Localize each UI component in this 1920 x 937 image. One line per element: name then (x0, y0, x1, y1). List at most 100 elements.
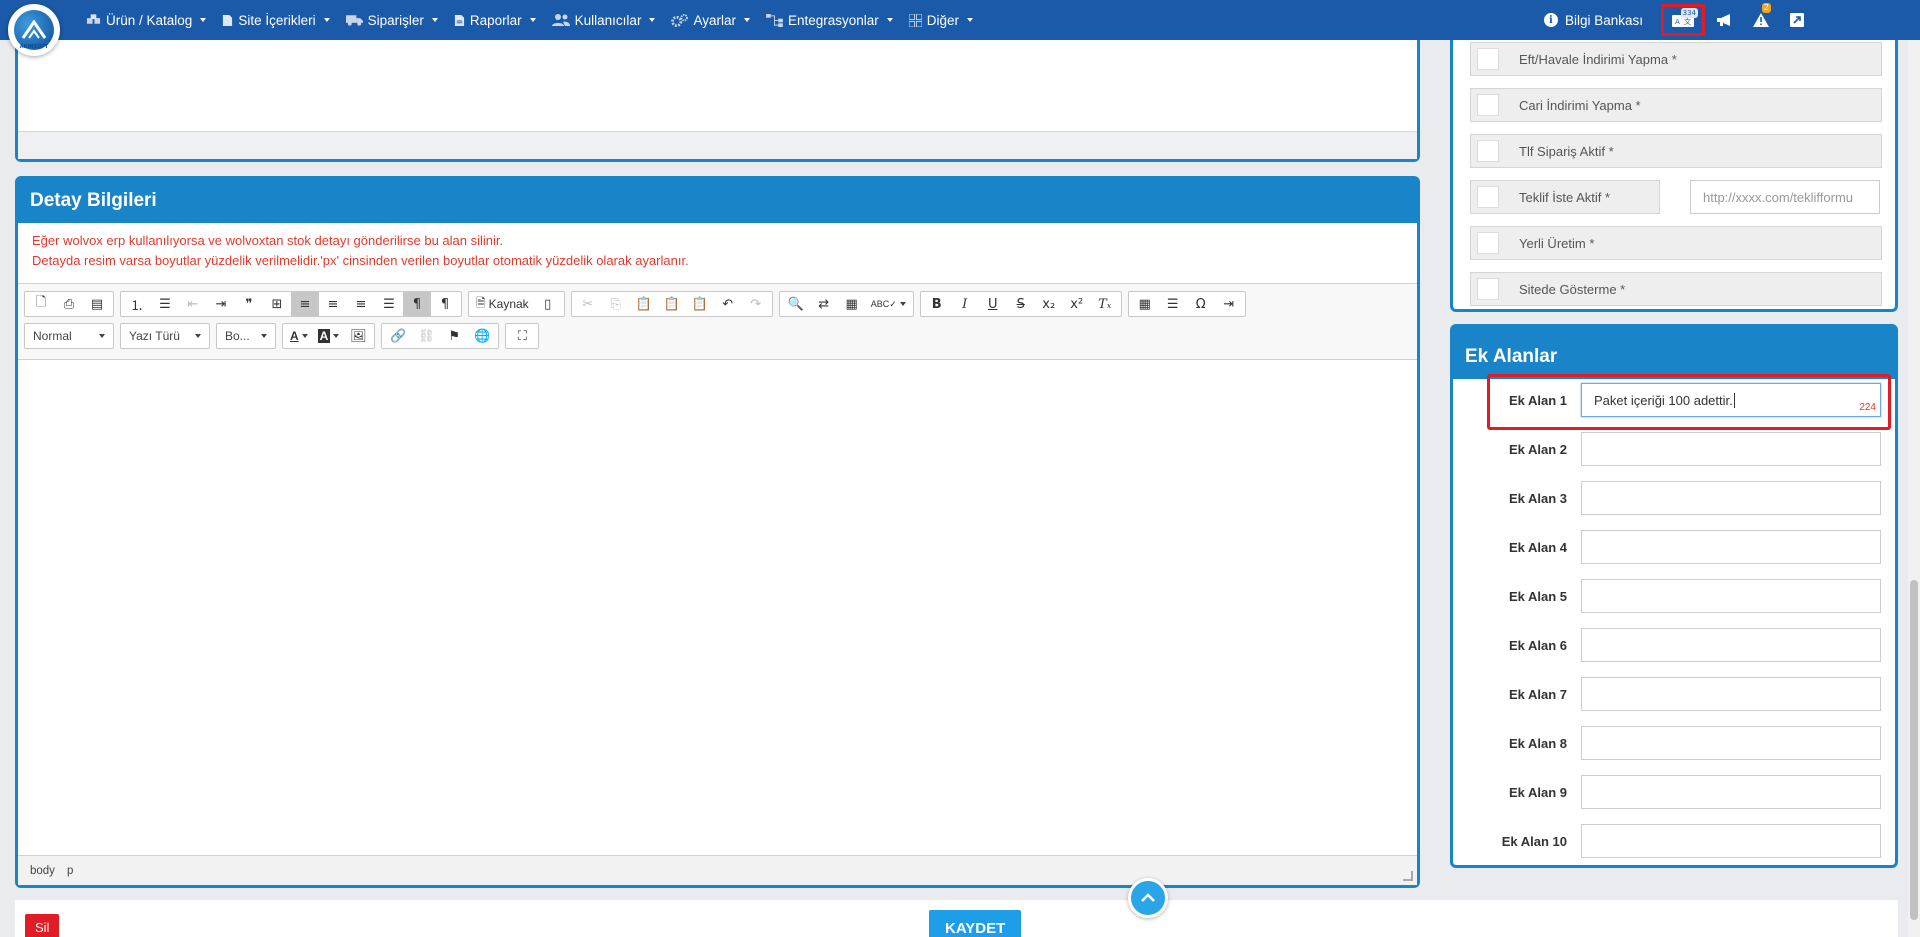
path-item-body[interactable]: body (30, 865, 55, 877)
checkbox[interactable] (1477, 48, 1499, 70)
extra-field-10-input[interactable] (1581, 824, 1881, 858)
ltr-button[interactable]: ¶ (403, 292, 431, 316)
akinsoft-logo[interactable]: AKINSOFT (8, 4, 60, 56)
scroll-top-button[interactable] (1128, 878, 1168, 918)
link-button[interactable]: 🔗 (384, 324, 412, 348)
superscript-button[interactable]: x² (1063, 292, 1091, 316)
unlink-button[interactable]: ⛓ (412, 324, 440, 348)
delete-button[interactable]: Sil (25, 914, 60, 937)
remove-format-button[interactable]: Tₓ (1091, 292, 1119, 316)
indent-button[interactable]: ⇥ (207, 292, 235, 316)
extra-field-6-input[interactable] (1581, 628, 1881, 662)
horizontal-rule-button[interactable]: ☰ (1159, 292, 1187, 316)
maximize-button[interactable]: ⛶ (508, 324, 536, 348)
scrollbar-thumb[interactable] (1910, 580, 1918, 920)
align-right-button[interactable]: ≡ (347, 292, 375, 316)
menu-kullanicilar[interactable]: Kullanıcılar (551, 13, 656, 28)
extra-field-4-input[interactable] (1581, 530, 1881, 564)
font-size-select[interactable]: Bo... (216, 323, 276, 349)
replace-button[interactable]: ⇄ (810, 292, 838, 316)
strike-button[interactable]: S (1007, 292, 1035, 316)
superscript-icon: x² (1070, 296, 1084, 312)
underline-button[interactable]: U (979, 292, 1007, 316)
option-row: Teklif İste Aktif * (1470, 180, 1660, 214)
menu-entegrasyonlar[interactable]: Entegrasyonlar (766, 13, 893, 28)
bulleted-list-button[interactable]: ☰ (151, 292, 179, 316)
extra-field-5-input[interactable] (1581, 579, 1881, 613)
checkbox[interactable] (1477, 186, 1499, 208)
path-item-p[interactable]: p (67, 865, 73, 877)
format-select[interactable]: Normal (24, 323, 114, 349)
caret-down-icon (743, 18, 750, 22)
menu-urun-katalog[interactable]: Ürün / Katalog (86, 13, 207, 28)
undo-button[interactable]: ↶ (714, 292, 742, 316)
option-row: Eft/Havale İndirimi Yapma * (1470, 42, 1882, 76)
table-button[interactable]: ▦ (1131, 292, 1159, 316)
page-scrollbar[interactable] (1908, 40, 1920, 937)
table-icon: ▦ (1138, 296, 1151, 312)
page-break-button[interactable]: ⇥ (1215, 292, 1243, 316)
justify-button[interactable]: ☰ (375, 292, 403, 316)
iframe-button[interactable]: 🌐 (468, 324, 496, 348)
external-link-button[interactable] (1779, 0, 1815, 40)
paste-word-button[interactable]: 📋 (686, 292, 714, 316)
preview-button[interactable]: 🗋 (27, 292, 55, 316)
menu-site-icerikleri[interactable]: Site İçerikleri (222, 13, 330, 28)
menu-diger[interactable]: Diğer (908, 13, 974, 28)
extra-field-8-input[interactable] (1581, 726, 1881, 760)
option-row: Cari İndirimi Yapma * (1470, 88, 1882, 122)
unlink-icon: ⛓ (418, 328, 435, 344)
italic-button[interactable]: I (951, 292, 979, 316)
checkbox[interactable] (1477, 140, 1499, 162)
redo-button[interactable]: ↷ (742, 292, 770, 316)
subscript-button[interactable]: x₂ (1035, 292, 1063, 316)
extra-field-2-input[interactable] (1581, 432, 1881, 466)
extra-field-1-input[interactable]: Paket içeriği 100 adettir. 224 (1581, 383, 1881, 417)
editor-content-area[interactable] (18, 361, 1417, 855)
announcement-button[interactable] (1707, 0, 1743, 40)
extra-field-9-input[interactable] (1581, 775, 1881, 809)
paste-button[interactable]: 📋 (630, 292, 658, 316)
align-right-icon: ≡ (355, 296, 367, 312)
template-button[interactable]: ▤ (83, 292, 111, 316)
find-button[interactable]: 🔍 (782, 292, 810, 316)
extra-field-3-input[interactable] (1581, 481, 1881, 515)
select-all-button[interactable]: ▦ (838, 292, 866, 316)
div-container-button[interactable]: ⊞ (263, 292, 291, 316)
alerts-button[interactable]: 2 (1743, 0, 1779, 40)
outdent-button[interactable]: ⇤ (179, 292, 207, 316)
checkbox[interactable] (1477, 278, 1499, 300)
image-button[interactable]: 🖼 (344, 324, 372, 348)
special-char-button[interactable]: Ω (1187, 292, 1215, 316)
align-center-button[interactable]: ≡ (319, 292, 347, 316)
paste-text-icon: 📋 (663, 296, 680, 312)
checkbox[interactable] (1477, 232, 1499, 254)
spellcheck-button[interactable]: ABC✓ (866, 292, 911, 316)
blockquote-button[interactable]: ❞ (235, 292, 263, 316)
anchor-button[interactable]: ⚑ (440, 324, 468, 348)
font-select[interactable]: Yazı Türü (120, 323, 210, 349)
language-tool-button[interactable]: A文 334 (1661, 4, 1705, 36)
print-button[interactable]: ⎙ (55, 292, 83, 316)
align-left-button[interactable]: ≡ (291, 292, 319, 316)
bg-color-button[interactable]: A (313, 324, 345, 348)
quote-form-url-input[interactable]: http://xxxx.com/teklifformu (1690, 180, 1880, 214)
numbered-list-button[interactable]: ⒈ (123, 292, 151, 316)
checkbox[interactable] (1477, 94, 1499, 116)
menu-raporlar[interactable]: Raporlar (454, 13, 536, 28)
field-label: Ek Alan 7 (1508, 686, 1567, 702)
source-button[interactable]: 🗎 Kaynak (471, 292, 534, 316)
paste-text-button[interactable]: 📋 (658, 292, 686, 316)
bold-button[interactable]: B (923, 292, 951, 316)
text-color-button[interactable]: A (285, 324, 313, 348)
menu-ayarlar[interactable]: Ayarlar (671, 13, 750, 28)
rtl-button[interactable]: ¶ (431, 292, 459, 316)
save-button[interactable]: KAYDET (929, 910, 1022, 937)
knowledge-base-link[interactable]: i Bilgi Bankası (1543, 13, 1643, 28)
show-blocks-button[interactable]: ▯ (534, 292, 562, 316)
menu-siparisler[interactable]: Siparişler (345, 13, 438, 28)
cut-button[interactable]: ✂ (574, 292, 602, 316)
resize-handle-icon[interactable] (1403, 871, 1413, 881)
extra-field-7-input[interactable] (1581, 677, 1881, 711)
copy-button[interactable]: ⎘ (602, 292, 630, 316)
